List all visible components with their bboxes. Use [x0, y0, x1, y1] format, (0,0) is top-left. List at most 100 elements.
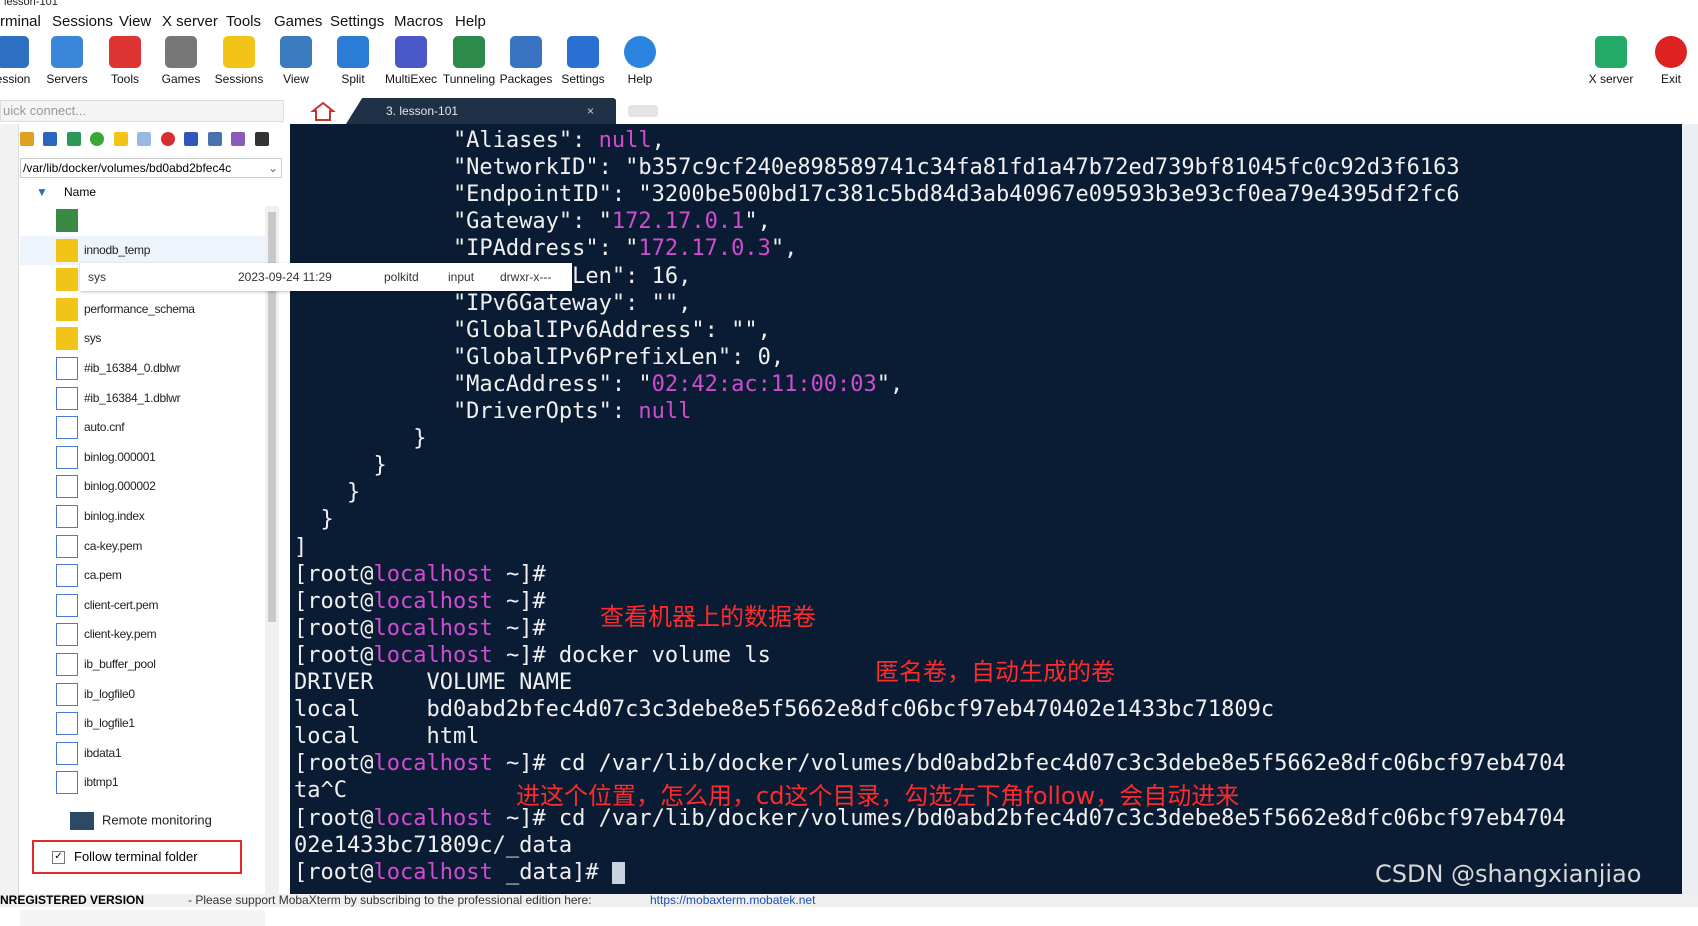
terminal-icon[interactable] [254, 132, 269, 146]
permissions-icon[interactable] [231, 132, 246, 146]
file-row[interactable]: binlog.index [20, 502, 265, 531]
toolbar-label: Settings [561, 72, 605, 86]
file-icon [56, 445, 78, 469]
tunneling-button[interactable]: Tunneling [438, 34, 500, 90]
folder-icon [56, 297, 78, 321]
file-row[interactable] [20, 206, 265, 235]
menu-macros[interactable]: Macros [394, 13, 443, 30]
tab-lesson-101[interactable]: 3. lesson-101 × [346, 98, 616, 124]
help-button[interactable]: Help [609, 34, 671, 90]
file-row[interactable]: client-key.pem [20, 620, 265, 649]
terminal-line: "DriverOpts": null [294, 399, 691, 425]
rename-icon[interactable] [184, 132, 199, 146]
exit-button[interactable]: Exit [1640, 34, 1698, 90]
settings-button[interactable]: Settings [552, 34, 614, 90]
new-tab-button[interactable] [628, 105, 658, 117]
home-tab-icon[interactable] [310, 100, 336, 122]
servers-icon [51, 36, 83, 68]
follow-terminal-folder-label: Follow terminal folder [74, 849, 198, 864]
file-list-header[interactable]: ▼ Name [20, 182, 282, 202]
file-name: ib_logfile1 [84, 716, 135, 731]
quick-connect-input[interactable]: uick connect... [0, 100, 284, 122]
sessions-button[interactable]: Sessions [208, 34, 270, 90]
file-row[interactable]: ca-key.pem [20, 532, 265, 561]
menu-sessions[interactable]: Sessions [52, 13, 113, 30]
terminal-text: ta^C [294, 778, 347, 804]
games-icon [165, 36, 197, 68]
upload-icon[interactable] [66, 132, 81, 146]
menu-help[interactable]: Help [455, 13, 486, 30]
file-row[interactable]: innodb_temp [20, 235, 265, 265]
toolbar-label: Help [627, 72, 653, 86]
menu-settings[interactable]: Settings [330, 13, 384, 30]
session-icon [0, 36, 29, 68]
file-name: binlog.000001 [84, 449, 156, 464]
menu-rminal[interactable]: rminal [0, 13, 41, 30]
file-row[interactable]: #ib_16384_1.dblwr [20, 384, 265, 413]
x-server-button[interactable]: X server [1580, 34, 1642, 90]
delete-icon[interactable] [160, 132, 175, 146]
terminal-highlight-text: 02:42:ac:11:00:03 [651, 371, 877, 397]
menu-tools[interactable]: Tools [226, 13, 261, 30]
file-list-scrollbar[interactable] [265, 206, 279, 906]
terminal-highlight-text: null [598, 128, 652, 153]
menu-view[interactable]: View [119, 13, 151, 30]
sftp-path-field[interactable]: /var/lib/docker/volumes/bd0abd2bfec4c ⌄ [20, 158, 282, 178]
split-button[interactable]: Split [322, 34, 384, 90]
menu-games[interactable]: Games [274, 13, 322, 30]
toolbar-label: Split [341, 72, 365, 86]
terminal-text: "NetworkID": "b357c9cf240e898589741c34fa… [294, 155, 1460, 181]
terminal-text: } [294, 453, 387, 479]
follow-terminal-folder-checkbox[interactable]: ✓ Follow terminal folder [32, 840, 242, 874]
file-row[interactable]: auto.cnf [20, 413, 265, 442]
properties-icon[interactable] [207, 132, 222, 146]
toolbar-label: Packages [499, 72, 553, 86]
menu-bar: rminal Sessions View X server Tools Games Sett… [0, 10, 1698, 32]
file-row[interactable]: binlog.000002 [20, 472, 265, 501]
chevron-down-icon[interactable]: ⌄ [268, 159, 278, 177]
file-row[interactable]: ib_logfile0 [20, 680, 265, 709]
toolbar-label: View [283, 72, 309, 86]
file-row[interactable]: performance_schema [20, 295, 265, 324]
file-row[interactable]: sys [20, 324, 265, 353]
terminal-scrollbar[interactable] [1682, 124, 1698, 894]
terminal-text: "Aliases": [294, 128, 599, 153]
games-button[interactable]: Games [150, 34, 212, 90]
tools-button[interactable]: Tools [94, 34, 156, 90]
remote-monitoring-label: Remote monitoring [102, 812, 212, 828]
remote-monitoring-button[interactable]: Remote monitoring [70, 812, 212, 830]
packages-button[interactable]: Packages [495, 34, 557, 90]
new-folder-icon[interactable] [113, 132, 128, 146]
file-row[interactable]: #ib_16384_0.dblwr [20, 354, 265, 383]
file-row[interactable]: client-cert.pem [20, 591, 265, 620]
sftp-sidebar: /var/lib/docker/volumes/bd0abd2bfec4c ⌄ … [0, 124, 290, 926]
parent-folder-icon[interactable] [20, 132, 34, 146]
multiexec-button[interactable]: MultiExec [380, 34, 442, 90]
view-button[interactable]: View [265, 34, 327, 90]
terminal-text: DRIVER VOLUME NAME [294, 670, 573, 695]
terminal-line: } [294, 480, 360, 506]
hover-file-group: input [448, 270, 475, 284]
terminal-text: [root@ [294, 561, 374, 587]
file-list-horizontal-scrollbar[interactable] [20, 910, 265, 926]
exit-icon [1655, 36, 1687, 68]
folder-icon [56, 268, 78, 292]
new-file-icon[interactable] [137, 132, 152, 146]
file-row[interactable]: ibtmp1 [20, 768, 265, 797]
terminal-line: [root@localhost _data]# [294, 860, 625, 886]
terminal-highlight-text: localhost [373, 642, 493, 668]
file-icon [56, 386, 78, 410]
mobaxterm-link[interactable]: https://mobaxterm.mobatek.net [650, 894, 815, 907]
servers-button[interactable]: Servers [36, 34, 98, 90]
file-row[interactable]: ib_buffer_pool [20, 650, 265, 679]
checkbox-icon[interactable]: ✓ [52, 851, 65, 864]
file-row[interactable]: ib_logfile1 [20, 709, 265, 738]
file-row[interactable]: ca.pem [20, 561, 265, 590]
refresh-icon[interactable] [90, 132, 105, 146]
file-row[interactable]: ibdata1 [20, 739, 265, 768]
file-row[interactable]: binlog.000001 [20, 443, 265, 472]
tab-close-icon[interactable]: × [587, 98, 594, 124]
toolbar-label: Tools [110, 72, 139, 86]
download-icon[interactable] [43, 132, 58, 146]
menu-x-server[interactable]: X server [162, 13, 218, 30]
